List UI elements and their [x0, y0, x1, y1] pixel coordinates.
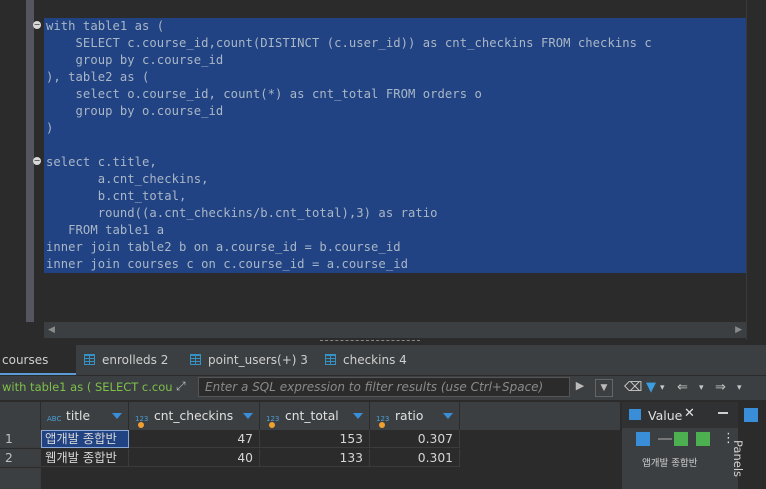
- row-number[interactable]: 2: [0, 449, 41, 467]
- scroll-right-icon[interactable]: ▶: [735, 325, 742, 335]
- cell-ratio[interactable]: 0.301: [370, 449, 460, 467]
- eraser-icon[interactable]: ⌫: [624, 380, 642, 396]
- close-icon[interactable]: ✕: [684, 406, 695, 421]
- apply-filter-icon[interactable]: ▶: [572, 379, 588, 395]
- panels-toggle[interactable]: Panels: [731, 440, 745, 477]
- column-label: title: [66, 409, 91, 423]
- number-type-icon: 123: [376, 415, 392, 428]
- code-line[interactable]: [46, 137, 746, 154]
- tab-courses[interactable]: courses 1✕: [0, 345, 76, 398]
- cell-cnt-total[interactable]: 153: [260, 430, 370, 448]
- filter-history-dropdown-icon[interactable]: ▼: [595, 379, 613, 397]
- tab-label: enrolleds 2: [102, 353, 169, 367]
- row-number[interactable]: 1: [0, 430, 41, 448]
- cell-title[interactable]: 앱개발 종합반: [41, 430, 129, 448]
- column-header-ratio[interactable]: 123 ratio: [370, 402, 460, 430]
- code-line[interactable]: with table1 as (: [46, 18, 746, 35]
- column-label: cnt_total: [285, 409, 339, 423]
- code-line[interactable]: inner join table2 b on a.course_id = b.c…: [46, 239, 746, 256]
- row-number-header: [0, 402, 41, 430]
- filter-toolbar: with table1 as ( SELECT c.cours ⤢ ▶ ▼ ⌫ …: [0, 376, 766, 400]
- grid-icon: [190, 354, 201, 365]
- editor-right-margin: [746, 0, 766, 340]
- code-line[interactable]: ), table2 as (: [46, 69, 746, 86]
- column-label: ratio: [395, 409, 424, 423]
- row-number-filler: [0, 468, 41, 489]
- string-type-icon: ABC: [47, 415, 62, 423]
- cell-title[interactable]: 웹개발 종합반: [41, 449, 129, 467]
- table-row[interactable]: 1 앱개발 종합반 47 153 0.307: [0, 430, 460, 448]
- column-header-cnt-checkins[interactable]: 123 cnt_checkins: [129, 402, 260, 430]
- forward-arrow-icon[interactable]: ⇒: [715, 380, 726, 396]
- number-type-icon: 123: [266, 415, 282, 428]
- column-header-cnt-total[interactable]: 123 cnt_total: [260, 402, 370, 430]
- cell-cnt-total[interactable]: 133: [260, 449, 370, 467]
- key-dot-icon: [138, 422, 144, 428]
- cell-ratio[interactable]: 0.307: [370, 430, 460, 448]
- value-panel-title: Value: [648, 408, 683, 423]
- number-type-icon: 123: [135, 415, 151, 428]
- grid-icon: [84, 354, 95, 365]
- expand-filter-icon[interactable]: ⤢: [176, 379, 194, 396]
- code-line[interactable]: select o.course_id, count(*) as cnt_tota…: [46, 86, 746, 103]
- save-icon[interactable]: [674, 432, 688, 446]
- code-line[interactable]: round((a.cnt_checkins/b.cnt_total),3) as…: [46, 205, 746, 222]
- forward-dropdown-icon[interactable]: ▾: [737, 380, 742, 396]
- value-panel: Value ✕ ⋮ 앱개발 종합반: [622, 402, 738, 489]
- sort-icon[interactable]: [112, 413, 122, 419]
- book-icon[interactable]: [636, 432, 650, 446]
- minimize-icon[interactable]: [718, 404, 728, 414]
- query-preview[interactable]: with table1 as ( SELECT c.cours: [2, 380, 172, 394]
- cell-cnt-checkins[interactable]: 47: [129, 430, 260, 448]
- tab-label: checkins 4: [343, 353, 407, 367]
- fold-collapse-icon[interactable]: −: [33, 21, 41, 29]
- table-row[interactable]: 2 웹개발 종합반 40 133 0.301: [0, 449, 460, 467]
- value-panel-header: Value ✕: [622, 402, 738, 428]
- tab-enrolleds[interactable]: enrolleds 2: [84, 345, 168, 375]
- value-text[interactable]: 앱개발 종합반: [642, 455, 697, 469]
- sort-icon[interactable]: [243, 413, 253, 419]
- column-header-title[interactable]: ABC title: [41, 402, 129, 430]
- editor-gutter: [0, 0, 26, 322]
- panels-icon[interactable]: [744, 408, 758, 422]
- separator-icon: [658, 438, 672, 440]
- code-line[interactable]: group by c.course_id: [46, 52, 746, 69]
- sort-icon[interactable]: [353, 413, 363, 419]
- grid-icon: [325, 354, 336, 365]
- cell-cnt-checkins[interactable]: 40: [129, 449, 260, 467]
- grid-header: ABC title 123 cnt_checkins 123 cnt_total 12…: [0, 402, 620, 430]
- code-line[interactable]: inner join courses c on c.course_id = a.…: [46, 256, 746, 273]
- code-line[interactable]: group by o.course_id: [46, 103, 746, 120]
- scroll-left-icon[interactable]: ◀: [48, 325, 55, 335]
- filter-input[interactable]: [198, 377, 570, 397]
- code-line[interactable]: FROM table1 a: [46, 222, 746, 239]
- key-dot-icon: [269, 422, 275, 428]
- filter-dropdown-icon[interactable]: ▾: [660, 380, 665, 396]
- sql-editor[interactable]: − − with table1 as ( SELECT c.course_id,…: [0, 0, 766, 340]
- code-line[interactable]: a.cnt_checkins,: [46, 171, 746, 188]
- code-line[interactable]: SELECT c.course_id,count(DISTINCT (c.use…: [46, 35, 746, 52]
- value-panel-icon: [629, 409, 641, 420]
- back-dropdown-icon[interactable]: ▾: [699, 380, 704, 396]
- filter-icon[interactable]: ▼: [646, 380, 656, 396]
- code-line[interactable]: ): [46, 120, 746, 137]
- code-line[interactable]: b.cnt_total,: [46, 188, 746, 205]
- tab-point-users[interactable]: point_users(+) 3: [190, 345, 308, 375]
- tab-checkins[interactable]: checkins 4: [325, 345, 407, 375]
- horizontal-scrollbar[interactable]: ◀ ▶: [44, 322, 746, 338]
- code-line[interactable]: select c.title,: [46, 154, 746, 171]
- tab-label: point_users(+) 3: [208, 353, 308, 367]
- sort-icon[interactable]: [443, 413, 453, 419]
- result-tabs: courses 1✕ enrolleds 2 point_users(+) 3 …: [0, 345, 766, 398]
- column-label: cnt_checkins: [154, 409, 234, 423]
- key-dot-icon: [379, 422, 385, 428]
- code-area[interactable]: with table1 as ( SELECT c.course_id,coun…: [46, 18, 746, 273]
- results-grid[interactable]: ABC title 123 cnt_checkins 123 cnt_total 12…: [0, 402, 620, 489]
- fold-collapse-icon[interactable]: −: [33, 157, 41, 165]
- save-as-icon[interactable]: [696, 432, 710, 446]
- back-arrow-icon[interactable]: ⇐: [677, 380, 688, 396]
